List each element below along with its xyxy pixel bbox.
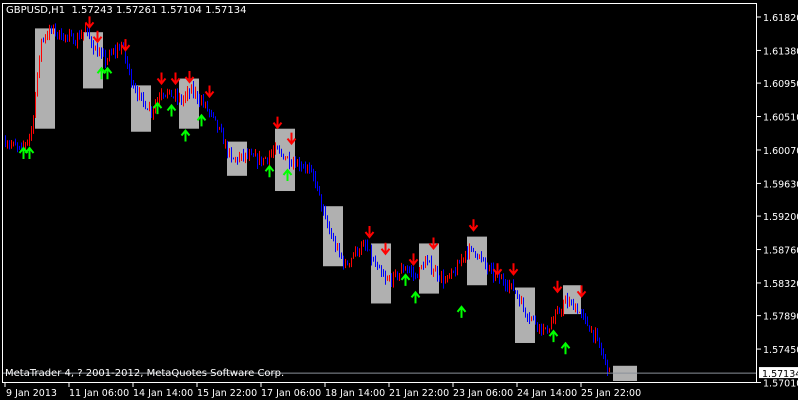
y-tick-label: 1.58320 [763,279,798,290]
high-price: 1.57261 [115,5,158,16]
x-tick-label: 9 Jan 2013 [6,388,57,399]
sell-arrow-icon [364,226,375,239]
chart-frame [2,3,757,383]
sell-arrow-icon [408,253,419,267]
symbol-timeframe: GBPUSD,H1 [6,5,66,16]
buy-arrow-icon [264,164,275,178]
y-tick-label: 1.60950 [763,79,798,90]
close-price: 1.57134 [205,5,247,16]
sell-arrow-icon [492,263,503,276]
y-tick-label: 1.57450 [763,345,798,356]
x-tick-label: 21 Jan 22:00 [389,388,449,399]
sell-arrow-icon [508,263,519,276]
buy-arrow-icon [152,101,163,115]
y-tick-label: 1.58760 [763,246,798,257]
sell-arrow-icon [272,116,283,130]
low-price: 1.57104 [160,5,202,16]
sell-arrow-icon [120,39,131,52]
signal-arrows [18,16,587,355]
sell-arrow-icon [156,72,167,86]
copyright-text: MetaTrader 4, ? 2001-2012, MetaQuotes So… [5,368,285,379]
y-tick-label: 1.57010 [763,379,798,390]
y-tick-label: 1.61380 [763,46,798,57]
y-tick-label: 1.60070 [763,146,798,157]
x-tick-label: 17 Jan 06:00 [261,388,321,399]
range-boxes [35,28,637,381]
price-chart[interactable]: 1.61820 1.61380 1.60950 1.60510 1.60070 1.596… [0,0,798,400]
x-tick-label: 23 Jan 06:00 [453,388,513,399]
sell-arrow-icon [170,72,181,86]
buy-arrow-icon [548,329,559,343]
y-tick-label: 1.59200 [763,212,798,223]
x-tick-label: 24 Jan 14:00 [517,388,577,399]
buy-arrow-icon [400,273,411,286]
y-tick-label: 1.61820 [763,13,798,24]
buy-arrow-icon [456,305,467,318]
x-tick-label: 11 Jan 06:00 [69,388,129,399]
sell-arrow-icon [84,16,95,29]
y-tick-label: 1.57890 [763,312,798,323]
x-tick-label: 14 Jan 14:00 [133,388,193,399]
buy-arrow-icon [410,290,421,304]
y-tick-label: 1.59630 [763,179,798,190]
open-price: 1.57243 [71,5,113,16]
last-price-value: 1.57134 [762,369,798,380]
x-tick-label: 25 Jan 22:00 [581,388,641,399]
buy-arrow-icon [166,103,177,117]
last-price-label: 1.57134 [759,367,798,380]
sell-arrow-icon [552,280,563,294]
sell-arrow-icon [468,219,479,232]
buy-arrow-icon [180,128,191,142]
buy-arrow-icon [560,341,571,355]
price-axis[interactable]: 1.61820 1.61380 1.60950 1.60510 1.60070 1.596… [757,13,798,390]
x-tick-label: 15 Jan 22:00 [197,388,257,399]
time-axis[interactable]: 9 Jan 2013 11 Jan 06:00 14 Jan 14:00 15 Jan… [4,383,641,399]
y-tick-label: 1.60510 [763,113,798,124]
sell-arrow-icon [204,85,215,99]
x-tick-label: 18 Jan 14:00 [325,388,385,399]
chart-header: GBPUSD,H1 1.57243 1.57261 1.57104 1.5713… [6,5,246,16]
